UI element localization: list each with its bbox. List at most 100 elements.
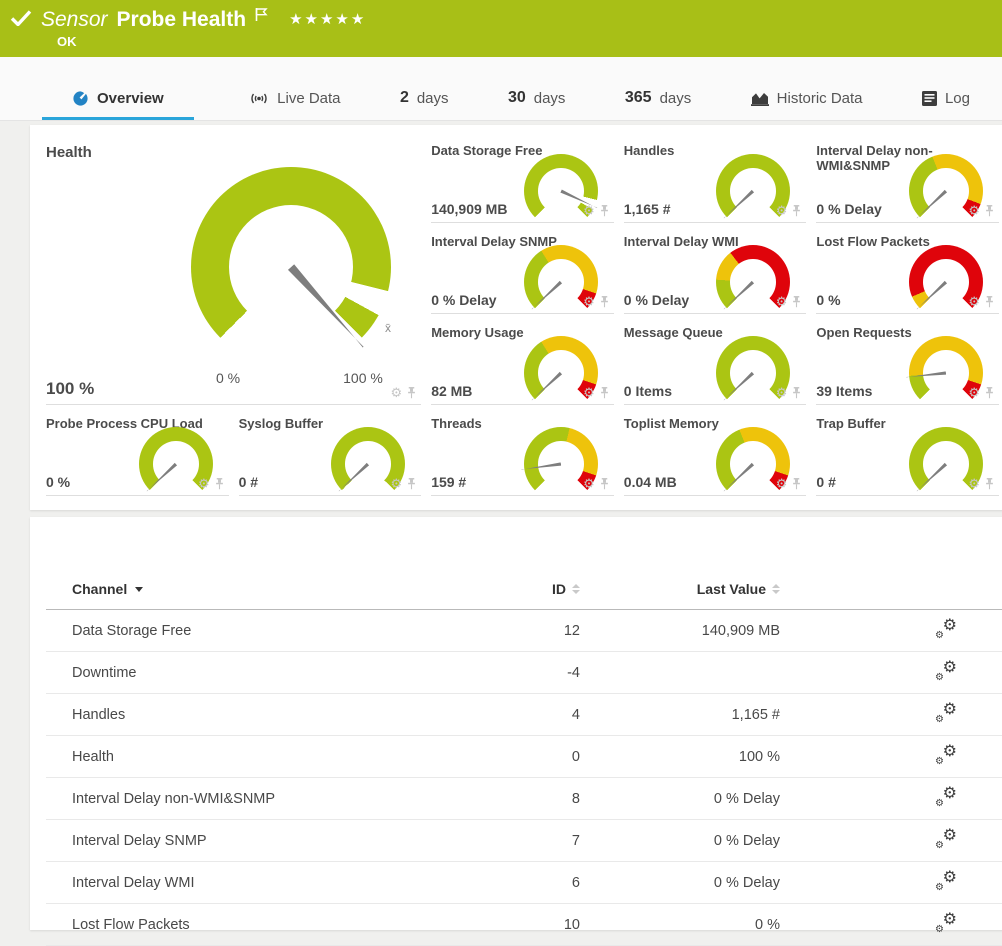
gear-icon[interactable]: ⚙ bbox=[776, 477, 788, 490]
gauge-tile[interactable]: Trap Buffer 0 # ⚙ bbox=[816, 412, 999, 496]
tab-2-days[interactable]: 2 days bbox=[396, 89, 453, 120]
gear-icon[interactable]: ⚙ bbox=[583, 386, 595, 399]
sensor-header: Sensor Probe Health ★★★★★ OK bbox=[0, 0, 1002, 57]
pin-icon[interactable] bbox=[791, 478, 802, 490]
channel-name[interactable]: Lost Flow Packets bbox=[72, 917, 492, 933]
channel-name[interactable]: Interval Delay SNMP bbox=[72, 833, 492, 849]
gauge-value: 82 MB bbox=[431, 383, 472, 399]
tab-365-days[interactable]: 365 days bbox=[621, 89, 695, 120]
channel-last-value: 0 % Delay bbox=[580, 875, 780, 891]
pin-icon[interactable] bbox=[791, 387, 802, 399]
table-row[interactable]: Interval Delay SNMP 7 0 % Delay ⚙⚙ bbox=[46, 820, 1002, 862]
channel-settings-gear-icon[interactable]: ⚙⚙ bbox=[937, 786, 957, 808]
status-badge: OK bbox=[57, 34, 77, 49]
pin-icon[interactable] bbox=[984, 296, 995, 308]
channel-settings-gear-icon[interactable]: ⚙⚙ bbox=[937, 744, 957, 766]
channel-settings-gear-icon[interactable]: ⚙⚙ bbox=[937, 660, 957, 682]
gauge-value: 0 % Delay bbox=[624, 292, 689, 308]
gear-icon[interactable]: ⚙ bbox=[968, 295, 980, 308]
tab-bar: Overview Live Data 2 days 30 days 365 da… bbox=[0, 57, 1002, 121]
gear-icon[interactable]: ⚙ bbox=[776, 204, 788, 217]
pin-icon[interactable] bbox=[406, 387, 417, 399]
gear-icon[interactable]: ⚙ bbox=[776, 295, 788, 308]
gear-icon[interactable]: ⚙ bbox=[968, 204, 980, 217]
table-row[interactable]: Interval Delay WMI 6 0 % Delay ⚙⚙ bbox=[46, 862, 1002, 904]
gauge-tile[interactable]: Lost Flow Packets 0 % ⚙ bbox=[816, 230, 999, 314]
table-row[interactable]: Handles 4 1,165 # ⚙⚙ bbox=[46, 694, 1002, 736]
channel-name[interactable]: Handles bbox=[72, 707, 492, 723]
gauge-tile[interactable]: Toplist Memory 0.04 MB ⚙ bbox=[624, 412, 807, 496]
tab-30-days[interactable]: 30 days bbox=[504, 89, 569, 120]
gauge-tile[interactable]: Probe Process CPU Load 0 % ⚙ bbox=[46, 412, 229, 496]
gauge-tile[interactable]: Interval Delay non-WMI&SNMP 0 % Delay ⚙ bbox=[816, 139, 999, 223]
gauge-value: 39 Items bbox=[816, 383, 872, 399]
channel-id: 0 bbox=[492, 749, 580, 765]
tab-historic-data[interactable]: Historic Data bbox=[747, 90, 867, 120]
gauge-tile[interactable]: Handles 1,165 # ⚙ bbox=[624, 139, 807, 223]
pin-icon[interactable] bbox=[406, 478, 417, 490]
channel-settings-gear-icon[interactable]: ⚙⚙ bbox=[937, 702, 957, 724]
column-header-last-value[interactable]: Last Value bbox=[580, 581, 780, 597]
channel-name[interactable]: Downtime bbox=[72, 665, 492, 681]
channel-settings-gear-icon[interactable]: ⚙⚙ bbox=[937, 618, 957, 640]
pin-icon[interactable] bbox=[791, 296, 802, 308]
channel-settings-gear-icon[interactable]: ⚙⚙ bbox=[937, 912, 957, 934]
table-row[interactable]: Interval Delay non-WMI&SNMP 8 0 % Delay … bbox=[46, 778, 1002, 820]
channel-id: 8 bbox=[492, 791, 580, 807]
table-row[interactable]: Downtime -4 ⚙⚙ bbox=[46, 652, 1002, 694]
table-header-row: Channel ID Last Value bbox=[46, 569, 1002, 610]
pin-icon[interactable] bbox=[791, 205, 802, 217]
channel-settings-gear-icon[interactable]: ⚙⚙ bbox=[937, 870, 957, 892]
gauge-tile[interactable]: Memory Usage 82 MB ⚙ bbox=[431, 321, 614, 405]
gauge-tile[interactable]: Open Requests 39 Items ⚙ bbox=[816, 321, 999, 405]
tab-overview[interactable]: Overview bbox=[42, 90, 194, 120]
gauge-tile[interactable]: Syslog Buffer 0 # ⚙ bbox=[239, 412, 422, 496]
table-row[interactable]: Data Storage Free 12 140,909 MB ⚙⚙ bbox=[46, 610, 1002, 652]
object-kind-label: Sensor bbox=[41, 8, 108, 32]
pin-icon[interactable] bbox=[599, 205, 610, 217]
gauge-tile[interactable]: Interval Delay WMI 0 % Delay ⚙ bbox=[624, 230, 807, 314]
flag-icon[interactable] bbox=[255, 7, 268, 22]
gear-icon[interactable]: ⚙ bbox=[968, 477, 980, 490]
channel-id: -4 bbox=[492, 665, 580, 681]
gauge-value: 0 % Delay bbox=[431, 292, 496, 308]
gauge-tile[interactable]: Data Storage Free 140,909 MB ⚙ bbox=[431, 139, 614, 223]
tab-live-data[interactable]: Live Data bbox=[245, 90, 344, 120]
gear-icon[interactable]: ⚙ bbox=[391, 477, 403, 490]
gauge-tile[interactable]: Threads 159 # ⚙ bbox=[431, 412, 614, 496]
channel-name[interactable]: Interval Delay non-WMI&SNMP bbox=[72, 791, 492, 807]
channel-last-value: 0 % bbox=[580, 917, 780, 933]
health-gauge bbox=[191, 167, 391, 367]
column-header-channel[interactable]: Channel bbox=[72, 581, 492, 597]
pin-icon[interactable] bbox=[984, 387, 995, 399]
gauge-tile[interactable]: Message Queue 0 Items ⚙ bbox=[624, 321, 807, 405]
pin-icon[interactable] bbox=[599, 296, 610, 308]
pin-icon[interactable] bbox=[984, 478, 995, 490]
health-tile[interactable]: Health x̄ 0 % 100 % 100 % ⚙ bbox=[46, 139, 421, 405]
gauge-tile[interactable]: Interval Delay SNMP 0 % Delay ⚙ bbox=[431, 230, 614, 314]
gear-icon[interactable]: ⚙ bbox=[583, 477, 595, 490]
channel-name[interactable]: Interval Delay WMI bbox=[72, 875, 492, 891]
tab-log[interactable]: Log bbox=[918, 90, 974, 120]
channel-name[interactable]: Data Storage Free bbox=[72, 623, 492, 639]
gauge-title: Health bbox=[46, 139, 421, 161]
channel-settings-gear-icon[interactable]: ⚙⚙ bbox=[937, 828, 957, 850]
channel-last-value: 1,165 # bbox=[580, 707, 780, 723]
gear-icon[interactable]: ⚙ bbox=[198, 477, 210, 490]
gear-icon[interactable]: ⚙ bbox=[583, 295, 595, 308]
pin-icon[interactable] bbox=[599, 478, 610, 490]
table-row[interactable]: Lost Flow Packets 10 0 % ⚙⚙ bbox=[46, 904, 1002, 946]
gauge-value: 1,165 # bbox=[624, 201, 671, 217]
gear-icon[interactable]: ⚙ bbox=[968, 386, 980, 399]
gear-icon[interactable]: ⚙ bbox=[583, 204, 595, 217]
pin-icon[interactable] bbox=[984, 205, 995, 217]
gauge-value: 159 # bbox=[431, 474, 466, 490]
gear-icon[interactable]: ⚙ bbox=[776, 386, 788, 399]
pin-icon[interactable] bbox=[214, 478, 225, 490]
priority-stars[interactable]: ★★★★★ bbox=[289, 10, 366, 28]
column-header-id[interactable]: ID bbox=[492, 581, 580, 597]
pin-icon[interactable] bbox=[599, 387, 610, 399]
gear-icon[interactable]: ⚙ bbox=[391, 386, 403, 399]
channel-name[interactable]: Health bbox=[72, 749, 492, 765]
table-row[interactable]: Health 0 100 % ⚙⚙ bbox=[46, 736, 1002, 778]
